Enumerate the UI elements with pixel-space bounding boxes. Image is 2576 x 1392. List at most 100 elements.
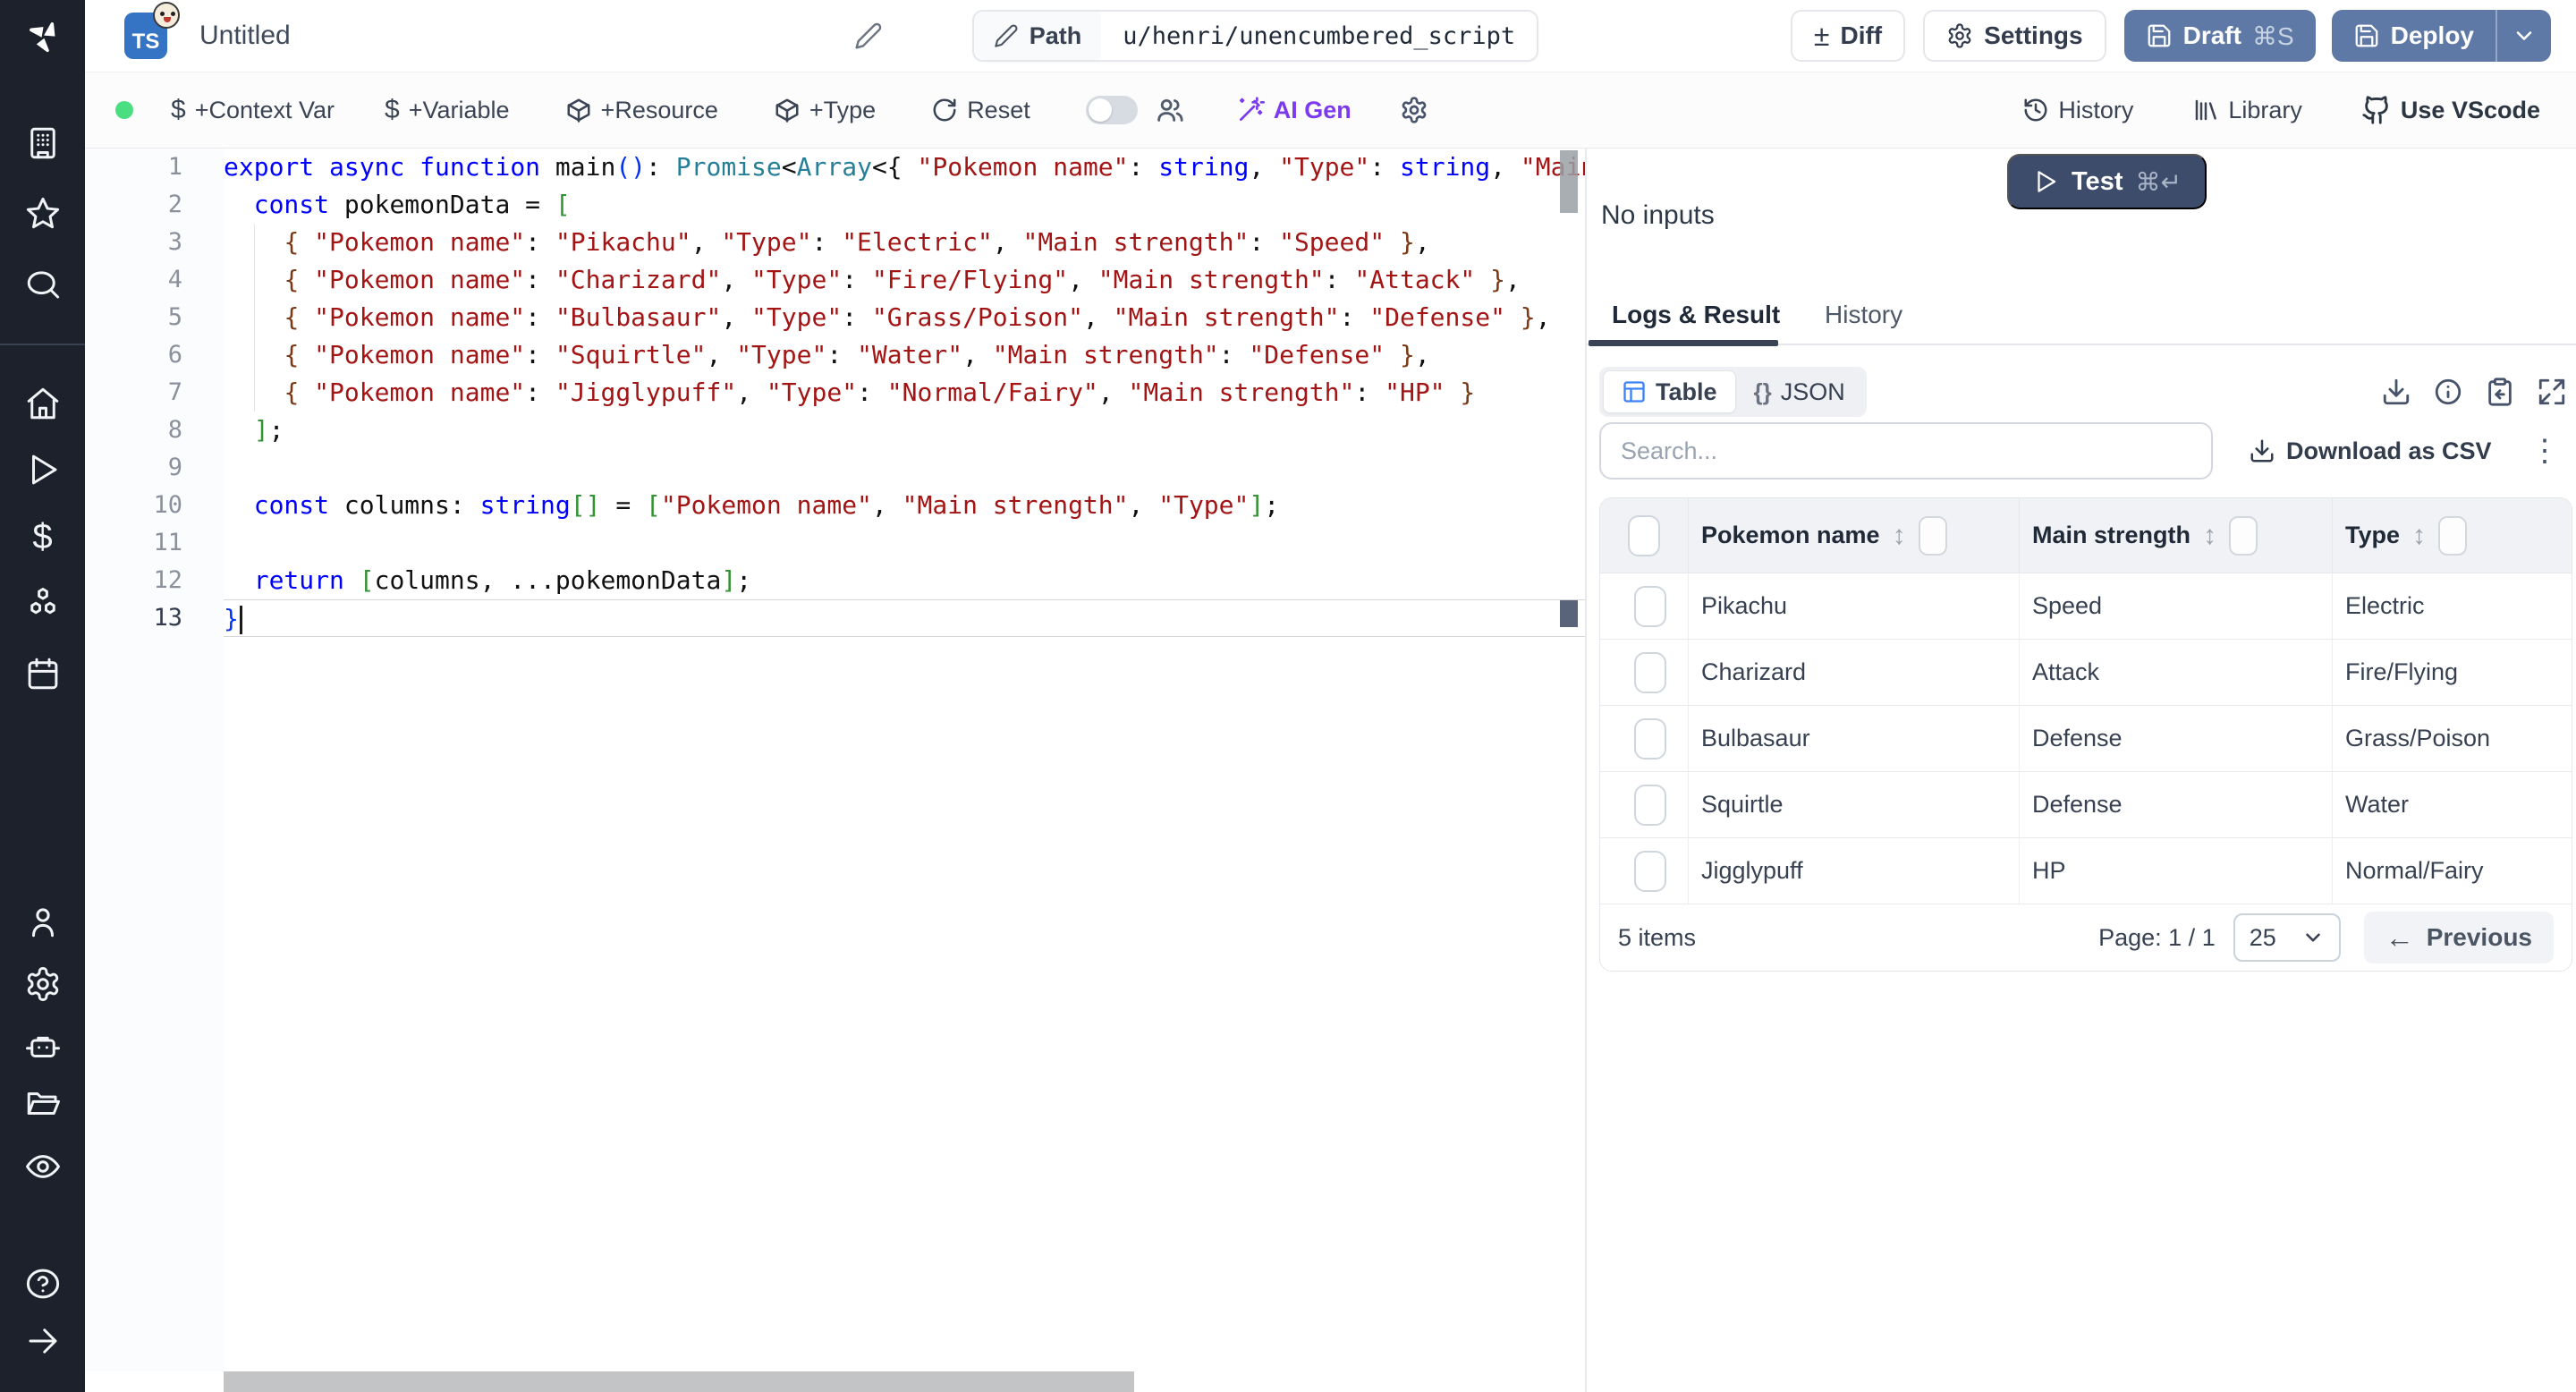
help-icon[interactable] [22,1263,64,1304]
code-token: } [1399,227,1415,257]
view-json-option[interactable]: {} JSON [1736,370,1863,413]
code-token: , [992,227,1023,257]
path-field[interactable]: Path u/henri/unencumbered_script [971,10,1539,62]
runs-play-icon[interactable] [22,449,64,490]
code-token: Promise [675,152,782,182]
code-line[interactable]: { "Pokemon name": "Charizard", "Type": "… [224,261,1585,299]
deploy-button[interactable]: Deploy [2331,10,2496,62]
search-icon[interactable] [22,264,64,305]
code-line[interactable] [224,524,1585,562]
previous-page-button[interactable]: ← Previous [2363,912,2554,963]
draft-button[interactable]: Draft ⌘S [2123,10,2316,62]
column-filter-box[interactable] [2229,515,2258,556]
code-token: "Main strength" [902,490,1129,520]
page-size-select[interactable]: 25 [2233,913,2341,962]
row-checkbox[interactable] [1634,784,1666,826]
add-type-button[interactable]: +Type [774,97,876,124]
code-line[interactable]: { "Pokemon name": "Bulbasaur", "Type": "… [224,299,1585,336]
folders-icon[interactable] [22,1083,64,1125]
ts-icon-label: TS [131,30,160,54]
editor-vertical-scrollbar[interactable] [1560,150,1578,213]
column-filter-box[interactable] [1918,515,1947,556]
resources-cubes-icon[interactable] [22,584,64,625]
home-icon[interactable] [22,383,64,424]
code-token: { [284,265,300,294]
info-icon[interactable] [2433,377,2463,407]
tab-history[interactable]: History [1825,301,1902,329]
diff-button[interactable]: ± Diff [1790,10,1906,62]
schedules-calendar-icon[interactable] [22,653,64,694]
library-button[interactable]: Library [2192,97,2302,124]
editor-horizontal-scrollbar[interactable] [224,1371,1134,1392]
expand-fullscreen-icon[interactable] [2537,377,2567,407]
add-context-var-button[interactable]: $ +Context Var [171,95,335,125]
path-value[interactable]: u/henri/unencumbered_script [1101,22,1537,50]
favorites-star-icon[interactable] [22,193,64,234]
workers-robot-icon[interactable] [22,1026,64,1067]
row-checkbox[interactable] [1634,850,1666,892]
deploy-options-chevron[interactable] [2496,10,2551,62]
reset-button[interactable]: Reset [931,97,1030,124]
column-header: Main strength [2032,522,2191,548]
code-token: string [1400,152,1491,182]
history-button[interactable]: History [2022,97,2133,124]
expand-sidebar-arrow-icon[interactable] [22,1320,64,1362]
select-all-checkbox[interactable] [1628,514,1660,556]
add-resource-button[interactable]: +Resource [565,97,718,124]
code-line[interactable]: { "Pokemon name": "Squirtle", "Type": "W… [224,336,1585,374]
sort-icon[interactable]: ↕ [1893,521,1906,551]
code-line[interactable]: export async function main(): Promise<Ar… [224,149,1585,186]
code-token: : [1218,340,1250,369]
code-token: Array [796,152,872,182]
edit-title-pencil-icon[interactable] [854,21,883,50]
view-table-option[interactable]: Table [1603,370,1736,413]
result-actions [2381,377,2567,407]
code-line[interactable]: const columns: string[] = ["Pokemon name… [224,487,1585,524]
ai-gen-button[interactable]: AI Gen [1236,96,1352,124]
settings-gear-icon[interactable] [22,963,64,1005]
settings-button[interactable]: Settings [1923,10,2106,62]
code-line[interactable]: return [columns, ...pokemonData]; [224,562,1585,599]
variables-dollar-icon[interactable]: $ [22,516,64,557]
code-line[interactable]: { "Pokemon name": "Jigglypuff", "Type": … [224,374,1585,412]
windmill-logo-icon[interactable] [22,16,64,57]
tab-logs-result[interactable]: Logs & Result [1612,301,1780,329]
sort-icon[interactable]: ↕ [2203,521,2216,551]
editor-settings-gear-icon[interactable] [1400,96,1428,124]
code-token: "Main strength" [1113,302,1340,332]
workspace-icon[interactable] [22,123,64,164]
use-vscode-button[interactable]: Use VScode [2361,95,2540,125]
column-filter-box[interactable] [2438,515,2468,556]
download-csv-button[interactable]: Download as CSV [2249,437,2492,465]
audit-eye-icon[interactable] [22,1146,64,1187]
code-token: : [811,227,843,257]
search-input[interactable] [1599,422,2213,480]
multiplayer-toggle[interactable] [1085,96,1138,124]
code-line[interactable]: } [224,599,1585,637]
code-token: = [600,490,647,520]
add-variable-button[interactable]: $ +Variable [385,95,510,125]
script-title[interactable]: Untitled [199,21,291,51]
test-button[interactable]: Test ⌘↵ [2007,154,2207,209]
table-row: Jigglypuff HP Normal/Fairy [1600,838,2572,904]
gear-icon [1948,23,1971,48]
code-editor[interactable]: 1 2 3 4 5 6 7 8 9 10 11 12 13 export async function … [85,149,1585,1392]
download-result-icon[interactable] [2381,377,2411,407]
table-row: Pikachu Speed Electric [1600,573,2572,640]
copy-to-clipboard-icon[interactable] [2485,377,2515,407]
code-line[interactable] [224,449,1585,487]
row-checkbox[interactable] [1634,585,1666,627]
table-options-kebab-icon[interactable]: ⋮ [2522,433,2567,469]
editor-code-area[interactable]: export async function main(): Promise<Ar… [224,149,1585,1371]
row-checkbox[interactable] [1634,717,1666,760]
cell-main-strength: Defense [2019,706,2332,771]
user-icon[interactable] [22,901,64,942]
path-label-section: Path [973,12,1102,60]
sort-icon[interactable]: ↕ [2412,521,2426,551]
code-token: ; [268,415,284,445]
row-checkbox[interactable] [1634,651,1666,693]
code-line[interactable]: { "Pokemon name": "Pikachu", "Type": "El… [224,224,1585,261]
code-token: "Type" [751,302,843,332]
code-line[interactable]: ]; [224,412,1585,449]
code-line[interactable]: const pokemonData = [ [224,186,1585,224]
